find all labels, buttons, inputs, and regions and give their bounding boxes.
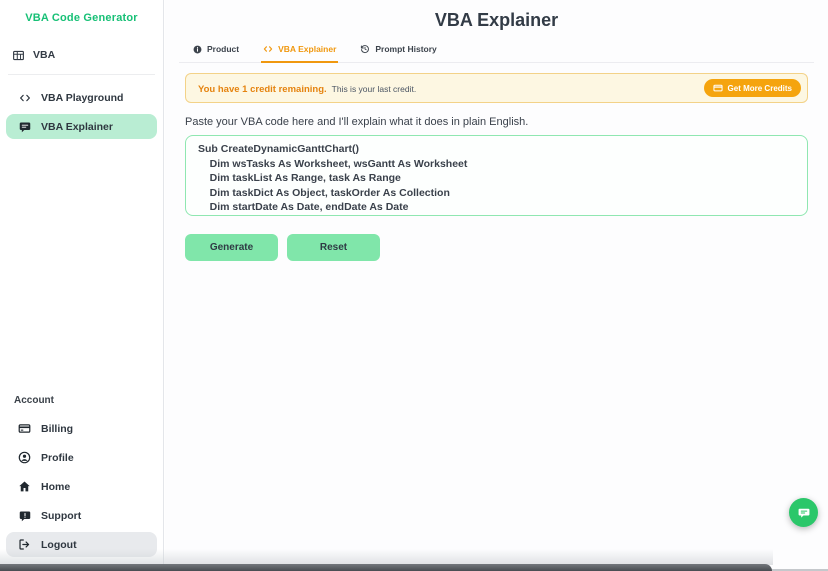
credit-warning-banner: You have 1 credit remaining. This is your… [185, 73, 808, 103]
info-icon [193, 45, 202, 54]
sidebar-item-label: Billing [41, 423, 73, 435]
chat-widget-button[interactable] [789, 498, 818, 527]
get-more-credits-button[interactable]: Get More Credits [704, 79, 801, 97]
sidebar-divider [8, 74, 155, 75]
sidebar-item-label: VBA Explainer [41, 121, 113, 133]
sidebar-item-vba-playground[interactable]: VBA Playground [6, 85, 157, 110]
action-buttons: Generate Reset [185, 234, 808, 261]
sidebar-item-label: Support [41, 510, 81, 522]
credit-card-icon [713, 83, 723, 93]
sidebar-item-profile[interactable]: Profile [6, 445, 157, 470]
history-icon [360, 44, 370, 54]
get-more-credits-label: Get More Credits [728, 84, 792, 93]
sidebar-item-logout[interactable]: Logout [6, 532, 157, 557]
sidebar-item-vba-explainer[interactable]: VBA Explainer [6, 114, 157, 139]
vba-code-input[interactable]: Sub CreateDynamicGanttChart() Dim wsTask… [185, 135, 808, 216]
sidebar-item-label: VBA Playground [41, 92, 123, 104]
chat-bubble-icon [797, 506, 811, 520]
home-icon [18, 480, 31, 493]
code-icon [263, 44, 273, 54]
tab-label: Product [207, 44, 239, 54]
tab-product[interactable]: Product [191, 40, 241, 63]
page-title: VBA Explainer [185, 0, 808, 31]
sidebar-item-billing[interactable]: Billing [6, 416, 157, 441]
tab-prompt-history[interactable]: Prompt History [358, 40, 438, 63]
credit-warning-text: You have 1 credit remaining. This is your… [198, 79, 416, 97]
tab-label: VBA Explainer [278, 44, 336, 54]
sidebar-item-label: Home [41, 481, 70, 493]
user-circle-icon [18, 451, 31, 464]
credit-card-icon [18, 422, 31, 435]
credit-detail-text: This is your last credit. [332, 84, 417, 94]
logout-icon [18, 538, 31, 551]
chat-bubble-icon [18, 121, 31, 133]
sidebar-section-vba: VBA [0, 46, 163, 64]
main-content: VBA Explainer Product VBA Explainer Prom… [165, 0, 828, 571]
sidebar-item-home[interactable]: Home [6, 474, 157, 499]
app-title: VBA Code Generator [0, 12, 163, 24]
support-chat-icon [18, 510, 31, 522]
generate-button[interactable]: Generate [185, 234, 278, 261]
reset-button[interactable]: Reset [287, 234, 380, 261]
sidebar-item-support[interactable]: Support [6, 503, 157, 528]
sidebar-item-label: Profile [41, 452, 74, 464]
tab-label: Prompt History [375, 44, 436, 54]
sidebar-spacer [0, 141, 163, 395]
account-section-label: Account [0, 395, 163, 406]
sidebar: VBA Code Generator VBA VBA Playground VB… [0, 0, 164, 571]
code-icon [18, 92, 31, 104]
explainer-instruction: Paste your VBA code here and I'll explai… [185, 116, 808, 128]
sidebar-item-label: Logout [41, 539, 77, 551]
sidebar-section-label: VBA [33, 49, 55, 61]
tab-vba-explainer[interactable]: VBA Explainer [261, 40, 338, 63]
table-grid-icon [12, 49, 25, 62]
credit-remaining-text: You have 1 credit remaining. [198, 84, 327, 95]
tab-bar: Product VBA Explainer Prompt History [179, 40, 814, 63]
